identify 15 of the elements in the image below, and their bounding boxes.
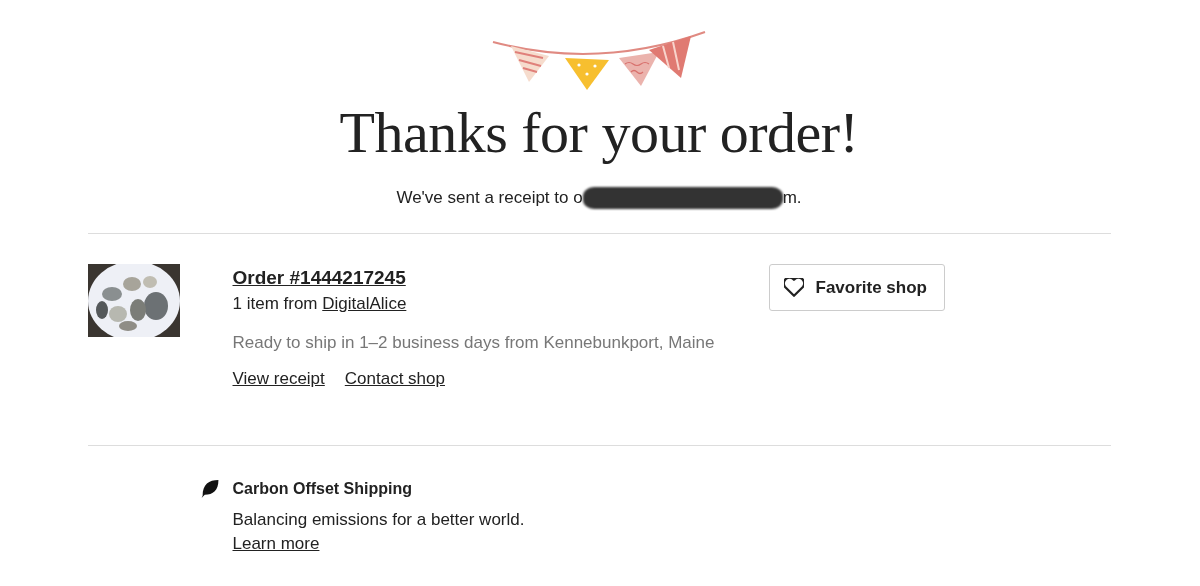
order-action-link[interactable]: Contact shop bbox=[344, 369, 445, 389]
page-title: Thanks for your order! bbox=[339, 100, 859, 166]
learn-more-link[interactable]: Learn more bbox=[232, 532, 320, 556]
order-link[interactable]: Order #1444217245 bbox=[232, 266, 769, 290]
carbon-description: Balancing emissions for a better world. bbox=[232, 509, 525, 531]
leaf-icon bbox=[199, 479, 220, 499]
shop-link[interactable]: DigitalAlice bbox=[322, 294, 407, 313]
favorite-shop-button[interactable]: Favorite shop bbox=[768, 264, 945, 311]
receipt-text: We've sent a receipt to o bbox=[396, 188, 583, 208]
shipping-text: Ready to ship in 1–2 business days from Kennebunkport, Maine bbox=[232, 332, 716, 354]
order-action-link[interactable]: View receipt bbox=[232, 369, 325, 389]
heart-icon bbox=[783, 278, 804, 297]
item-count-text: 1 item from bbox=[232, 294, 319, 313]
carbon-title: Carbon Offset Shipping bbox=[232, 479, 413, 499]
receipt-text: m. bbox=[782, 188, 802, 208]
